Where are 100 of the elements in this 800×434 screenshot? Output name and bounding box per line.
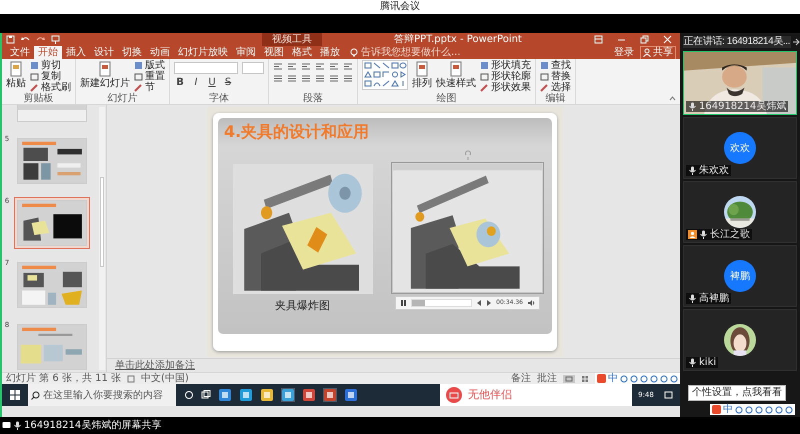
align-icon[interactable] [315, 62, 325, 71]
ribbon-button[interactable]: 形状效果 [480, 82, 531, 93]
ribbon-tab[interactable]: 审阅 [232, 46, 260, 59]
ribbon-tab[interactable]: 动画 [146, 46, 174, 59]
avatar: 裨鹏 [724, 260, 756, 292]
align-icon[interactable] [315, 74, 325, 83]
spelling-icon[interactable] [126, 374, 135, 382]
ribbon-tab[interactable]: 开始 [34, 46, 62, 59]
app-icon[interactable] [260, 388, 274, 402]
presentation-icon[interactable] [51, 35, 60, 44]
ribbon-tab[interactable]: 格式 [288, 46, 316, 59]
ribbon-button[interactable]: 剪切 [30, 60, 71, 71]
collapse-ribbon-icon[interactable] [669, 96, 676, 101]
slide-thumbnail[interactable] [14, 259, 90, 311]
ribbon-button[interactable]: 重置 [134, 71, 165, 82]
ribbon-button[interactable]: 形状填充 [480, 60, 531, 71]
ribbon-button[interactable]: 选择 [540, 82, 571, 93]
input-mode-label[interactable]: 中 [608, 374, 618, 384]
button-label: 版式 [145, 60, 165, 71]
align-icon[interactable] [273, 62, 283, 71]
ribbon-button[interactable]: 复制 [30, 71, 71, 82]
circle-icon[interactable] [184, 390, 194, 400]
volume-icon[interactable] [527, 298, 535, 306]
ribbon-tab[interactable]: 文件 [6, 46, 34, 59]
participant-tile[interactable]: 164918214吴炜斌 [683, 51, 797, 115]
participant-name: 长江之歌 [710, 229, 750, 240]
slide-thumbnail[interactable] [14, 197, 90, 249]
slide-thumbnail[interactable] [14, 135, 90, 187]
notes-field[interactable]: 单击此处添加备注 [115, 360, 195, 372]
ribbon-button[interactable]: 新建幻灯片 [80, 60, 130, 93]
ribbon-tab[interactable]: 插入 [62, 46, 90, 59]
align-icon[interactable] [329, 74, 339, 83]
align-icon[interactable] [287, 62, 297, 71]
ribbon-button[interactable]: 快速样式 [436, 60, 476, 93]
participant-name: 高裨鹏 [699, 293, 729, 304]
back-icon[interactable] [476, 298, 482, 306]
app-icon[interactable] [239, 388, 253, 402]
scrollbar[interactable] [99, 107, 105, 370]
ribbon-display-icon[interactable] [594, 35, 603, 44]
format-button[interactable]: U [206, 77, 218, 89]
ribbon-tab[interactable]: 视图 [260, 46, 288, 59]
normal-view-icon[interactable] [563, 374, 575, 382]
save-icon[interactable] [6, 35, 15, 44]
image-caption: 夹具爆炸图 [275, 298, 330, 314]
ribbon-button[interactable]: 格式刷 [30, 82, 71, 93]
align-icon[interactable] [287, 74, 297, 83]
task-view-icon[interactable] [201, 390, 211, 400]
ribbon-button[interactable]: 查找 [540, 60, 571, 71]
tell-me-field[interactable]: 告诉我您想要做什么... [361, 46, 461, 59]
ribbon-button[interactable]: 替换 [540, 71, 571, 82]
ad-banner[interactable]: 无他伴侣 [440, 384, 632, 406]
align-icon[interactable] [343, 62, 353, 71]
comments-button[interactable]: 批注 [537, 373, 557, 384]
align-icon[interactable] [273, 74, 283, 83]
participant-tile[interactable]: 裨鹏 高裨鹏 [683, 245, 797, 307]
forward-icon[interactable] [486, 298, 492, 306]
participant-tile[interactable]: 长江之歌 [683, 181, 797, 243]
ribbon-button[interactable]: 版式 [134, 60, 165, 71]
pause-icon[interactable] [400, 298, 407, 306]
shapes-gallery[interactable] [362, 60, 408, 90]
ribbon-button[interactable]: 粘贴 [6, 60, 26, 93]
format-button[interactable]: I [190, 77, 202, 89]
app-icon[interactable] [281, 388, 295, 402]
format-button[interactable]: S [222, 77, 234, 89]
app-icon[interactable] [302, 388, 316, 402]
align-icon[interactable] [329, 62, 339, 71]
button-label: 排列 [412, 78, 432, 89]
slide-thumbnail[interactable] [14, 321, 90, 372]
sorter-view-icon[interactable] [581, 374, 589, 382]
sign-in-link[interactable]: 登录 [614, 46, 634, 59]
arrow-icon[interactable] [792, 38, 800, 46]
ribbon-tab[interactable]: 设计 [90, 46, 118, 59]
ribbon-tab[interactable]: 播放 [316, 46, 344, 59]
windows-icon[interactable] [10, 390, 20, 400]
input-method-toolbar[interactable]: 中 [710, 404, 795, 415]
notes-button[interactable]: 备注 [511, 373, 531, 384]
notification-icon[interactable] [664, 390, 673, 400]
banner-text: 无他伴侣 [468, 388, 512, 402]
font-size-field[interactable] [242, 62, 264, 74]
align-icon[interactable] [301, 74, 311, 83]
ribbon-button[interactable]: 形状轮廓 [480, 71, 531, 82]
ribbon-button[interactable]: 排列 [412, 60, 432, 93]
button-label: 格式刷 [41, 82, 71, 93]
font-name-field[interactable] [174, 62, 238, 74]
align-icon[interactable] [343, 74, 353, 83]
ribbon-button[interactable]: 节 [134, 82, 165, 93]
app-icon[interactable] [218, 388, 232, 402]
input-method-toolbar[interactable]: 中 [595, 373, 680, 384]
participant-tile[interactable]: kiki [683, 309, 797, 371]
ribbon-tab[interactable]: 切换 [118, 46, 146, 59]
ribbon-tab[interactable]: 幻灯片放映 [174, 46, 232, 59]
app-icon[interactable] [344, 388, 358, 402]
align-icon[interactable] [301, 62, 311, 71]
input-mode-label[interactable]: 中 [723, 404, 733, 414]
rotate-handle[interactable] [464, 150, 472, 160]
close-icon[interactable] [663, 35, 672, 44]
format-button[interactable]: B [174, 77, 186, 89]
restore-icon[interactable] [640, 35, 649, 44]
lightbulb-icon[interactable] [350, 48, 358, 58]
participant-tile[interactable]: 欢欢 朱欢欢 [683, 117, 797, 179]
